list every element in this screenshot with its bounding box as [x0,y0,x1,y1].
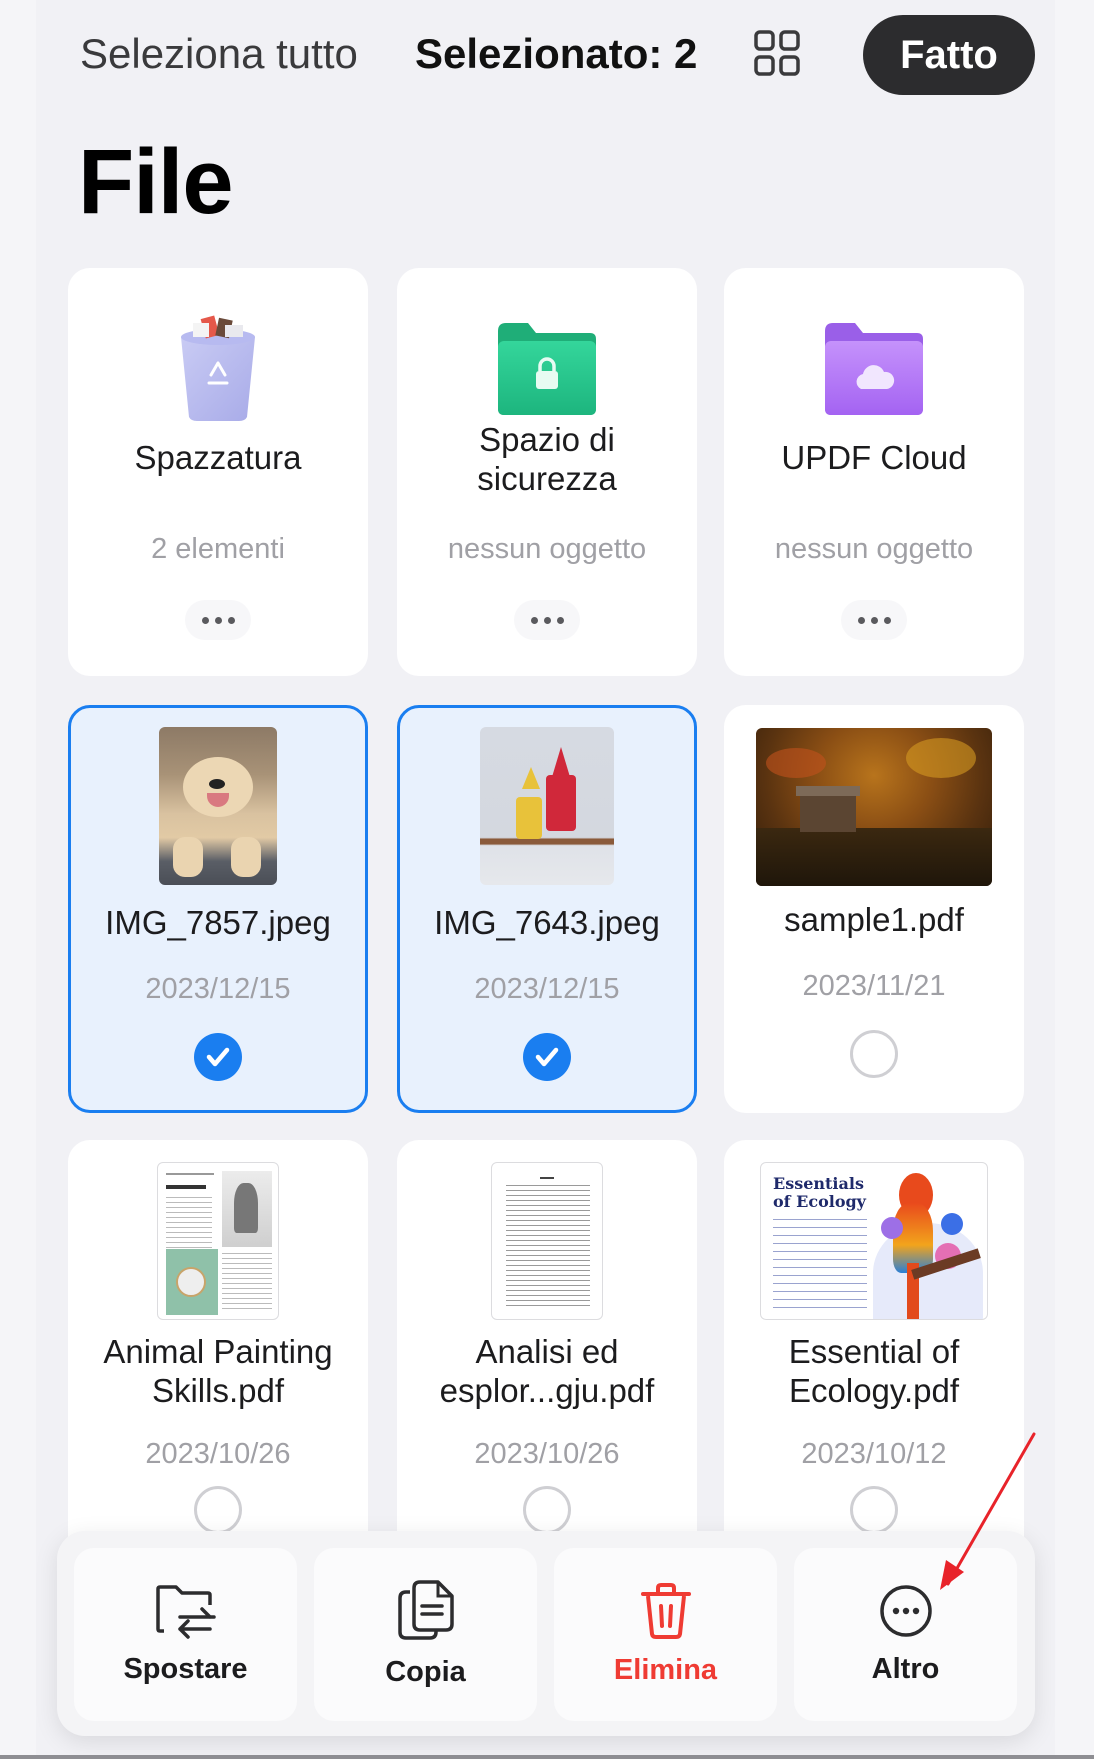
costumed-cats-photo-thumbnail [480,727,614,885]
delete-label: Elimina [613,1654,718,1686]
file-name: Analisi ed esplor...gju.pdf [439,1333,655,1409]
file-card[interactable]: Animal Painting Skills.pdf 2023/10/26 [68,1140,368,1560]
selection-checkbox[interactable] [523,1033,571,1081]
folder-name: Spazio di sicurezza [477,421,617,497]
dot [201,616,209,624]
dot [883,616,891,624]
file-name: Animal Painting Skills.pdf [103,1333,333,1409]
dot [870,616,878,624]
more-button[interactable]: Altro [794,1548,1017,1721]
file-date: 2023/10/26 [145,1438,291,1470]
selection-checkbox[interactable] [523,1486,571,1534]
ecology-cover-thumbnail: Essentials of Ecology [760,1162,988,1320]
cloud-folder-icon [825,323,923,415]
folder-name: Spazzatura [134,439,302,476]
folder-item-count: 2 elementi [151,533,285,565]
select-all-button[interactable]: Seleziona tutto [80,30,358,78]
file-date: 2023/11/21 [802,970,946,1002]
selection-checkbox[interactable] [194,1033,242,1081]
dot [543,616,551,624]
move-label: Spostare [123,1653,248,1685]
copy-document-icon [397,1580,454,1640]
folder-more-button[interactable] [185,600,251,640]
folder-name: UPDF Cloud [781,439,967,476]
copy-button[interactable]: Copia [314,1548,537,1721]
file-name: IMG_7643.jpeg [434,904,660,941]
selection-checkbox[interactable] [850,1030,898,1078]
dot [530,616,538,624]
puppy-photo-thumbnail [159,727,277,885]
file-date: 2023/10/12 [801,1438,947,1470]
bottom-action-bar: Spostare Copia Elimina Altro [57,1531,1035,1736]
trash-icon [640,1583,691,1639]
done-button[interactable]: Fatto [863,15,1035,95]
file-date: 2023/12/15 [474,973,620,1005]
delete-button[interactable]: Elimina [554,1548,777,1721]
dot [857,616,865,624]
file-name: sample1.pdf [784,901,964,938]
file-date: 2023/12/15 [145,973,291,1005]
copy-label: Copia [385,1656,466,1688]
file-card[interactable]: Analisi ed esplor...gju.pdf 2023/10/26 [397,1140,697,1560]
file-card[interactable]: sample1.pdf 2023/11/21 [724,705,1024,1113]
animal-painting-thumbnail [157,1162,279,1320]
file-card[interactable]: IMG_7857.jpeg 2023/12/15 [68,705,368,1113]
move-button[interactable]: Spostare [74,1548,297,1721]
checkmark-icon [535,1047,559,1067]
trash-bin-icon [181,315,255,421]
file-name: Essential of Ecology.pdf [788,1333,960,1409]
locked-folder-icon [498,323,596,415]
grid-view-icon [754,30,800,76]
folder-card-secure-space[interactable]: Spazio di sicurezza nessun oggetto [397,268,697,676]
more-label: Altro [871,1653,940,1685]
selection-checkbox[interactable] [194,1486,242,1534]
file-name: IMG_7857.jpeg [105,904,331,941]
bottom-edge [0,1755,1094,1759]
table-of-contents-thumbnail [491,1162,603,1320]
folder-more-button[interactable] [841,600,907,640]
folder-item-count: nessun oggetto [774,533,974,565]
selected-count-label: Selezionato: 2 [415,30,698,77]
more-circle-icon [879,1585,932,1637]
folder-card-trash[interactable]: Spazzatura 2 elementi [68,268,368,676]
dot [556,616,564,624]
file-date: 2023/10/26 [474,1438,620,1470]
file-card[interactable]: Essentials of Ecology Essential of Ecolo… [724,1140,1024,1560]
move-folder-icon [155,1585,216,1639]
page-title: File [78,131,233,233]
dot [227,616,235,624]
folder-item-count: nessun oggetto [447,533,647,565]
checkmark-icon [206,1047,230,1067]
grid-view-button[interactable] [752,28,802,78]
file-card[interactable]: IMG_7643.jpeg 2023/12/15 [397,705,697,1113]
thumbnail-title: Essentials of Ecology [773,1174,866,1211]
selection-header: Seleziona tutto Selezionato: 2 Fatto [0,0,1094,110]
dot [214,616,222,624]
folder-card-updf-cloud[interactable]: UPDF Cloud nessun oggetto [724,268,1024,676]
selection-checkbox[interactable] [850,1486,898,1534]
autumn-lake-thumbnail [756,728,992,886]
folder-more-button[interactable] [514,600,580,640]
